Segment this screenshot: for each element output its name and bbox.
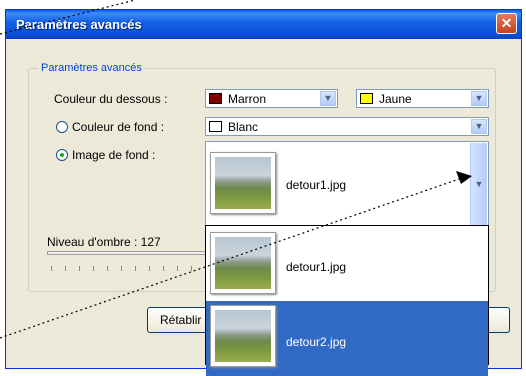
image-dropdown-list: detour1.jpg detour2.jpg bbox=[205, 225, 489, 376]
combo-value: detour1.jpg bbox=[286, 178, 347, 192]
combo-value: Marron bbox=[228, 92, 267, 106]
title-bar[interactable]: Paramètres avancés ✕ bbox=[6, 10, 521, 39]
color-swatch bbox=[209, 93, 222, 104]
combo-value: Blanc bbox=[228, 120, 259, 134]
image-fond-radio[interactable] bbox=[56, 149, 68, 161]
list-item[interactable]: detour2.jpg bbox=[206, 301, 488, 376]
close-button[interactable]: ✕ bbox=[496, 13, 517, 34]
couleur-fond-radio[interactable] bbox=[56, 121, 68, 133]
image-thumbnail bbox=[210, 232, 276, 294]
couleur-dessous-combo-1[interactable]: Marron ▼ bbox=[205, 89, 338, 108]
couleur-fond-label: Couleur de fond : bbox=[72, 120, 165, 134]
chevron-down-icon[interactable]: ▼ bbox=[320, 91, 336, 106]
image-fond-combo[interactable]: detour1.jpg ▼ bbox=[205, 141, 489, 227]
color-swatch bbox=[209, 121, 222, 132]
radio-selected-dot bbox=[60, 153, 64, 157]
shadow-level-slider[interactable] bbox=[47, 251, 207, 255]
couleur-fond-combo[interactable]: Blanc ▼ bbox=[205, 117, 489, 136]
window-title: Paramètres avancés bbox=[16, 17, 142, 32]
list-item-label: detour2.jpg bbox=[286, 335, 347, 349]
color-swatch bbox=[360, 93, 373, 104]
chevron-down-icon[interactable]: ▼ bbox=[471, 91, 487, 106]
list-item[interactable]: detour1.jpg bbox=[206, 226, 488, 301]
image-fond-label: Image de fond : bbox=[72, 148, 156, 162]
couleur-dessous-label: Couleur du dessous : bbox=[54, 92, 168, 106]
close-icon: ✕ bbox=[500, 15, 513, 31]
group-legend: Paramètres avancés bbox=[38, 62, 145, 74]
chevron-down-icon[interactable]: ▼ bbox=[471, 119, 487, 134]
combo-value: Jaune bbox=[379, 92, 412, 106]
list-item-label: detour1.jpg bbox=[286, 260, 347, 274]
chevron-down-icon[interactable]: ▼ bbox=[470, 143, 487, 225]
image-thumbnail bbox=[210, 152, 276, 214]
image-thumbnail bbox=[210, 305, 276, 367]
reset-button-label: Rétablir bbox=[160, 313, 202, 327]
shadow-level-label: Niveau d'ombre : 127 bbox=[47, 235, 161, 249]
couleur-dessous-combo-2[interactable]: Jaune ▼ bbox=[356, 89, 489, 108]
slider-ticks bbox=[51, 266, 201, 271]
